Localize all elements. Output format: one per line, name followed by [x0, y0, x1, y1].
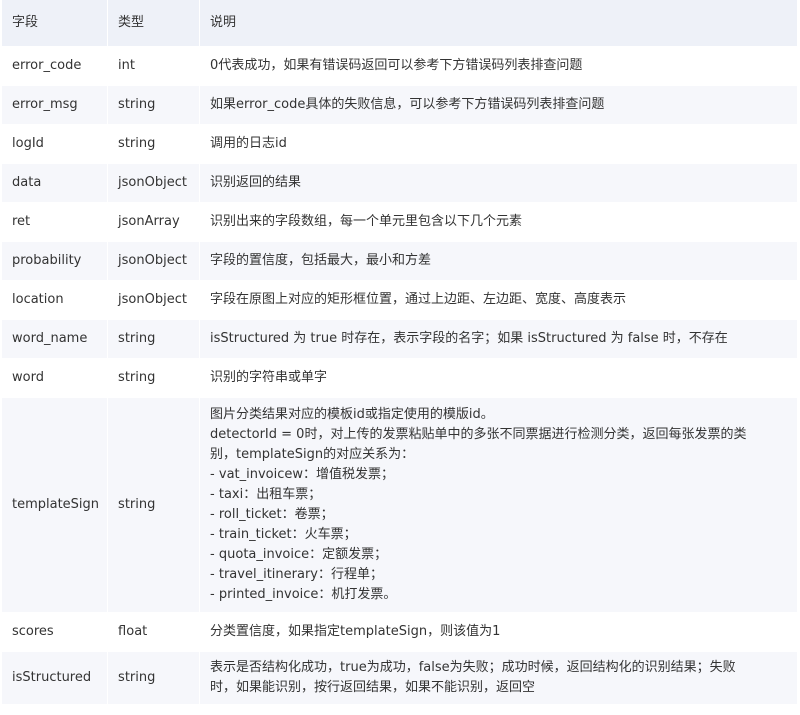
field-type: string: [108, 359, 201, 398]
header-description: 说明: [200, 0, 798, 47]
table-row: location jsonObject 字段在原图上对应的矩形框位置，通过上边距…: [2, 281, 798, 320]
field-description: 字段在原图上对应的矩形框位置，通过上边距、左边距、宽度、高度表示: [200, 281, 798, 320]
field-name: error_code: [2, 47, 109, 86]
description-line: detectorId = 0时，对上传的发票粘贴单中的多张不同票据进行检测分类，…: [210, 427, 747, 442]
field-name: data: [2, 164, 109, 203]
description-line: - vat_invoicew：增值税发票；: [210, 467, 395, 482]
table-row: logId string 调用的日志id: [2, 125, 798, 164]
description-lines: 表示是否结构化成功，true为成功，false为失败；成功时候，返回结构化的识别…: [210, 654, 789, 702]
field-name: error_msg: [2, 86, 109, 125]
description-line: - train_ticket：火车票；: [210, 527, 357, 542]
field-name: word: [2, 359, 109, 398]
table-row: data jsonObject 识别返回的结果: [2, 164, 798, 203]
field-description: 字段的置信度，包括最大，最小和方差: [200, 242, 798, 281]
table-row: templateSign string 图片分类结果对应的模板id或指定使用的模…: [2, 398, 798, 613]
description-line: 表示是否结构化成功，true为成功，false为失败；成功时候，返回结构化的识别…: [210, 660, 736, 675]
field-description: 如果error_code具体的失败信息，可以参考下方错误码列表排查问题: [200, 86, 798, 125]
field-type: float: [108, 613, 201, 652]
table-row: scores float 分类置信度，如果指定templateSign，则该值为…: [2, 613, 798, 652]
description-line: 别，templateSign的对应关系为：: [210, 447, 415, 462]
field-type: int: [108, 47, 201, 86]
header-type: 类型: [108, 0, 201, 47]
field-description: 识别的字符串或单字: [200, 359, 798, 398]
field-description: 调用的日志id: [200, 125, 798, 164]
field-type: string: [108, 125, 201, 164]
field-type: jsonObject: [108, 164, 201, 203]
field-type: string: [108, 86, 201, 125]
description-line: - roll_ticket：卷票；: [210, 507, 334, 522]
field-description: isStructured 为 true 时存在，表示字段的名字；如果 isStr…: [200, 320, 798, 359]
table-row: probability jsonObject 字段的置信度，包括最大，最小和方差: [2, 242, 798, 281]
field-name: scores: [2, 613, 109, 652]
field-name: location: [2, 281, 109, 320]
field-name: probability: [2, 242, 109, 281]
field-description: 识别返回的结果: [200, 164, 798, 203]
field-description: 表示是否结构化成功，true为成功，false为失败；成功时候，返回结构化的识别…: [200, 652, 798, 705]
field-name: ret: [2, 203, 109, 242]
field-type: string: [108, 398, 201, 613]
table-row: ret jsonArray 识别出来的字段数组，每一个单元里包含以下几个元素: [2, 203, 798, 242]
response-fields-table: 字段 类型 说明 error_code int 0代表成功，如果有错误码返回可以…: [2, 0, 798, 705]
header-field: 字段: [2, 0, 109, 47]
field-type: jsonObject: [108, 242, 201, 281]
table-row: isStructured string 表示是否结构化成功，true为成功，fa…: [2, 652, 798, 705]
field-description: 识别出来的字段数组，每一个单元里包含以下几个元素: [200, 203, 798, 242]
field-type: jsonArray: [108, 203, 201, 242]
description-line: - printed_invoice：机打发票。: [210, 587, 397, 602]
field-name: logId: [2, 125, 109, 164]
table-row: word string 识别的字符串或单字: [2, 359, 798, 398]
field-description: 分类置信度，如果指定templateSign，则该值为1: [200, 613, 798, 652]
field-name: word_name: [2, 320, 109, 359]
description-lines: 图片分类结果对应的模板id或指定使用的模版id。 detectorId = 0时…: [210, 401, 789, 609]
field-type: string: [108, 320, 201, 359]
table-row: error_code int 0代表成功，如果有错误码返回可以参考下方错误码列表…: [2, 47, 798, 86]
field-description: 图片分类结果对应的模板id或指定使用的模版id。 detectorId = 0时…: [200, 398, 798, 613]
description-line: - travel_itinerary：行程单；: [210, 567, 383, 582]
field-type: jsonObject: [108, 281, 201, 320]
field-description: 0代表成功，如果有错误码返回可以参考下方错误码列表排查问题: [200, 47, 798, 86]
field-name: templateSign: [2, 398, 109, 613]
table-row: word_name string isStructured 为 true 时存在…: [2, 320, 798, 359]
table-header-row: 字段 类型 说明: [2, 0, 798, 47]
description-line: - taxi：出租车票；: [210, 487, 322, 502]
field-type: string: [108, 652, 201, 705]
table-row: error_msg string 如果error_code具体的失败信息，可以参…: [2, 86, 798, 125]
description-line: 时，如果能识别，按行返回结果，如果不能识别，返回空: [210, 680, 536, 695]
description-line: - quota_invoice：定额发票；: [210, 547, 388, 562]
description-line: 图片分类结果对应的模板id或指定使用的模版id。: [210, 407, 494, 422]
field-name: isStructured: [2, 652, 109, 705]
